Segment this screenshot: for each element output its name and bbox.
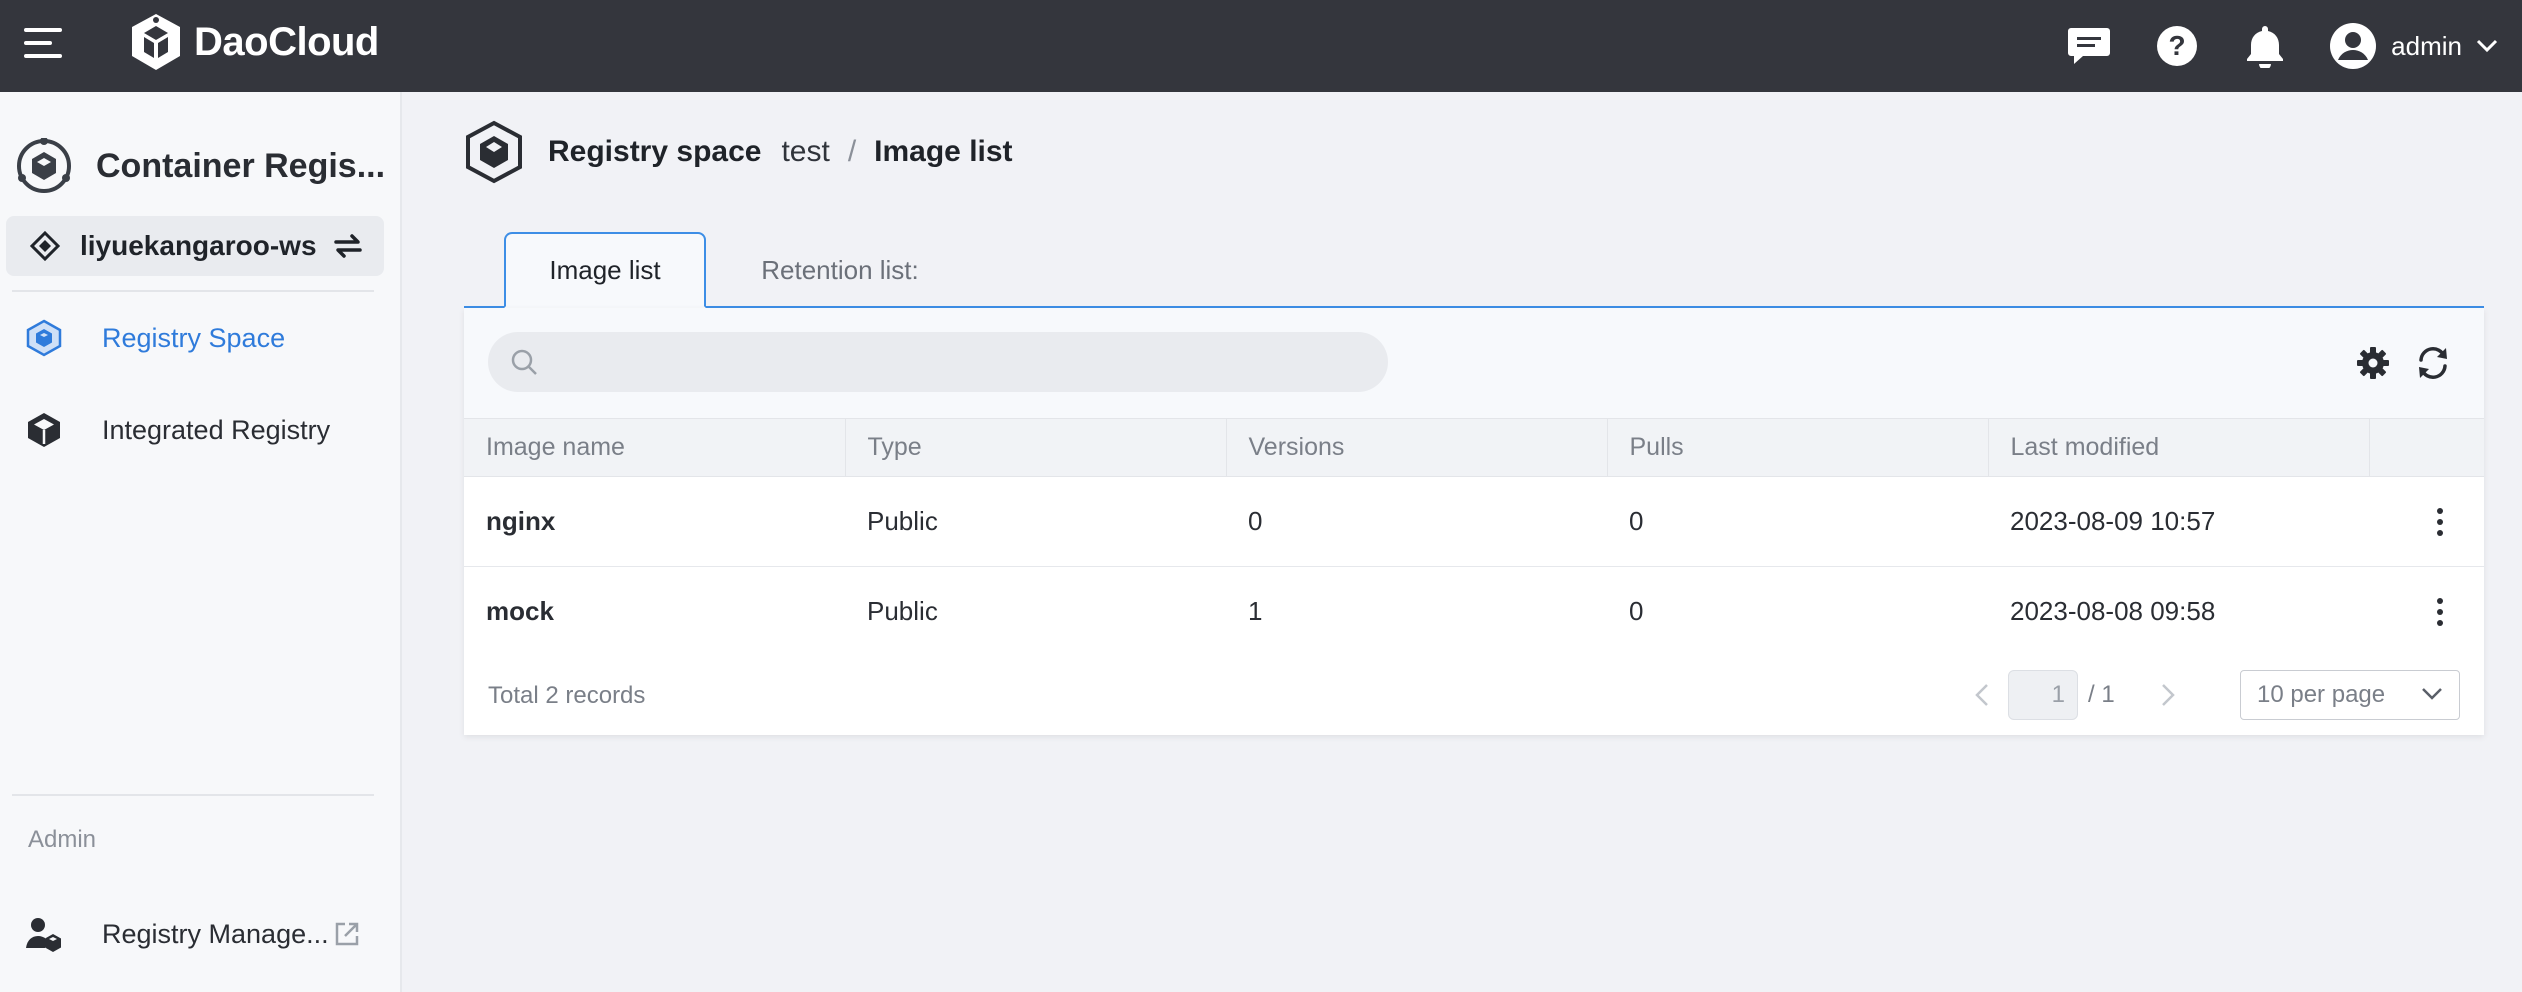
- settings-gear-icon[interactable]: [2354, 344, 2392, 382]
- page-number-input[interactable]: 1: [2008, 670, 2078, 720]
- search-icon: [511, 349, 537, 375]
- tab-bar: Image list Retention list:: [464, 232, 2484, 308]
- type-cell: Public: [845, 476, 1226, 567]
- sidebar-divider: [12, 794, 374, 796]
- brand-name: DaoCloud: [194, 19, 379, 64]
- sidebar: Container Regis... liyuekangaroo-ws Regi…: [0, 92, 402, 992]
- user-cube-icon: [26, 918, 61, 952]
- switch-icon[interactable]: [332, 232, 364, 260]
- chevron-down-icon: [2422, 688, 2442, 700]
- versions-cell: 0: [1226, 476, 1607, 567]
- sidebar-item-label: Registry Space: [102, 322, 286, 353]
- message-icon[interactable]: [2065, 22, 2113, 70]
- last-modified-cell: 2023-08-08 09:58: [1988, 566, 2369, 657]
- sidebar-item-label: Integrated Registry: [102, 414, 331, 445]
- total-records: Total 2 records: [488, 682, 646, 709]
- workspace-name: liyuekangaroo-ws: [80, 230, 317, 261]
- user-avatar-icon: [2330, 23, 2377, 69]
- workspace-icon: [30, 231, 60, 261]
- registry-space-icon: [26, 319, 62, 357]
- pulls-cell: 0: [1607, 476, 1988, 567]
- breadcrumb-current: Image list: [874, 135, 1013, 168]
- column-header-actions: [2369, 418, 2484, 477]
- tab-retention-list[interactable]: Retention list:: [740, 232, 940, 308]
- chevron-down-icon: [2476, 39, 2498, 53]
- user-menu[interactable]: admin: [2329, 22, 2498, 70]
- refresh-icon[interactable]: [2414, 344, 2452, 382]
- cube-icon: [28, 413, 60, 447]
- external-link-icon[interactable]: [334, 921, 360, 947]
- admin-section-label: Admin: [28, 826, 97, 853]
- help-icon[interactable]: ?: [2153, 22, 2201, 70]
- prev-page-icon[interactable]: [1962, 670, 2002, 720]
- total-pages: / 1: [2088, 681, 2115, 708]
- pulls-cell: 0: [1607, 566, 1988, 657]
- table-row[interactable]: mock Public 1 0 2023-08-08 09:58: [464, 566, 2484, 657]
- sidebar-item-registry-management[interactable]: Registry Manage...: [0, 904, 400, 964]
- svg-text:?: ?: [2169, 30, 2186, 61]
- breadcrumb: Registry space test / Image list: [464, 118, 1013, 186]
- pagination: 1 / 1 10 per page: [1962, 670, 2460, 720]
- column-header-versions[interactable]: Versions: [1226, 418, 1608, 477]
- breadcrumb-registry-space[interactable]: Registry space: [548, 135, 761, 169]
- table-header-row: Image name Type Versions Pulls Last modi…: [464, 418, 2484, 477]
- image-name-cell[interactable]: nginx: [464, 476, 845, 567]
- breadcrumb-space-name[interactable]: test: [781, 135, 829, 169]
- actions-cell: [2369, 476, 2484, 567]
- app-title[interactable]: Container Regis...: [16, 132, 385, 200]
- sidebar-item-registry-space[interactable]: Registry Space: [0, 308, 400, 368]
- page-size-value: 10 per page: [2257, 681, 2386, 708]
- image-name-cell[interactable]: mock: [464, 566, 845, 657]
- column-header-type[interactable]: Type: [845, 418, 1227, 477]
- container-registry-icon: [17, 138, 71, 193]
- registry-space-icon: [466, 120, 522, 184]
- sidebar-item-label: Registry Manage...: [102, 918, 329, 949]
- search-box[interactable]: [488, 332, 1388, 392]
- table-footer: Total 2 records 1 / 1 10 per page: [464, 656, 2484, 735]
- versions-cell: 1: [1226, 566, 1607, 657]
- table-row[interactable]: nginx Public 0 0 2023-08-09 10:57: [464, 476, 2484, 567]
- brand-logo[interactable]: DaoCloud: [128, 12, 379, 72]
- column-header-last-modified[interactable]: Last modified: [1988, 418, 2370, 477]
- sidebar-item-integrated-registry[interactable]: Integrated Registry: [0, 400, 400, 460]
- next-page-icon[interactable]: [2148, 670, 2188, 720]
- sidebar-divider: [12, 290, 374, 292]
- last-modified-cell: 2023-08-09 10:57: [1988, 476, 2369, 567]
- page-size-select[interactable]: 10 per page: [2240, 670, 2460, 720]
- workspace-switcher[interactable]: liyuekangaroo-ws: [6, 216, 384, 276]
- image-list-panel: Image name Type Versions Pulls Last modi…: [464, 308, 2484, 735]
- actions-cell: [2369, 566, 2484, 657]
- column-header-image-name[interactable]: Image name: [464, 418, 846, 477]
- column-header-pulls[interactable]: Pulls: [1607, 418, 1989, 477]
- daocloud-logo-icon: [132, 14, 180, 70]
- more-actions-icon[interactable]: [2435, 502, 2445, 542]
- type-cell: Public: [845, 566, 1226, 657]
- app-title-text: Container Regis...: [96, 146, 386, 185]
- bell-icon[interactable]: [2241, 22, 2289, 70]
- search-input[interactable]: [552, 348, 1372, 376]
- tab-image-list[interactable]: Image list: [504, 232, 706, 308]
- top-bar: DaoCloud ? admin: [0, 0, 2522, 92]
- menu-icon[interactable]: [24, 28, 62, 58]
- user-name: admin: [2391, 30, 2462, 61]
- more-actions-icon[interactable]: [2435, 592, 2445, 632]
- breadcrumb-separator: /: [847, 135, 857, 168]
- image-table: Image name Type Versions Pulls Last modi…: [464, 418, 2484, 657]
